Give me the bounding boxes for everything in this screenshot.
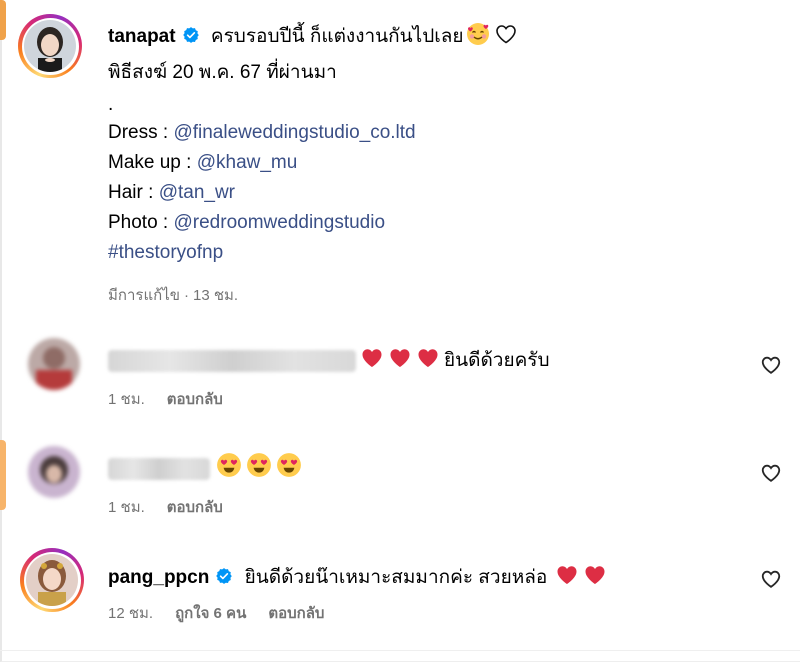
comment-body: ยินดีด้วยครับ: [108, 345, 550, 376]
hair-mention-link[interactable]: @tan_wr: [159, 182, 235, 203]
reply-button[interactable]: ตอบกลับ: [167, 499, 223, 516]
red-heart-icon: [555, 563, 579, 593]
post-time[interactable]: 13 ชม.: [193, 287, 238, 304]
post-username[interactable]: tanapat: [108, 26, 176, 47]
comment-username[interactable]: pang_ppcn: [108, 567, 209, 588]
caption-dress-line: Dress : @finaleweddingstudio_co.ltd: [108, 118, 416, 148]
comment-time[interactable]: 1 ชม.: [108, 499, 145, 516]
heart-outline-emoji: [494, 22, 518, 56]
divider: [0, 650, 800, 651]
comment-avatar[interactable]: [28, 446, 80, 498]
dress-mention-link[interactable]: @finaleweddingstudio_co.ltd: [173, 122, 415, 143]
caption-hair-line: Hair : @tan_wr: [108, 178, 235, 208]
heart-eyes-icon: [276, 452, 302, 484]
heart-outline-icon[interactable]: [760, 354, 782, 376]
comment-avatar[interactable]: [28, 338, 80, 390]
caption-hashtag-line: #thestoryofnp: [108, 238, 223, 268]
heart-outline-icon[interactable]: [760, 568, 782, 590]
red-heart-icon: [388, 346, 412, 376]
comment-text: ยินดีด้วยครับ: [444, 350, 550, 371]
hair-label: Hair :: [108, 182, 159, 203]
reply-button[interactable]: ตอบกลับ: [167, 391, 223, 408]
red-heart-icon: [360, 346, 384, 376]
red-heart-icon: [583, 563, 607, 593]
caption-dot: .: [108, 94, 114, 115]
edge-fragment: [0, 0, 6, 40]
smiling-face-hearts-icon: [466, 22, 490, 56]
red-heart-icon: [416, 346, 440, 376]
blurred-username[interactable]: [108, 457, 210, 480]
verified-badge-icon: [182, 24, 200, 54]
hashtag-link[interactable]: #thestoryofnp: [108, 242, 223, 263]
edited-label: มีการแก้ไข: [108, 287, 180, 304]
edge-fragment: [0, 440, 6, 510]
comment-time[interactable]: 12 ชม.: [108, 605, 153, 622]
heart-outline-icon[interactable]: [760, 462, 782, 484]
comment-body: [108, 452, 306, 484]
comment-time[interactable]: 1 ชม.: [108, 391, 145, 408]
comment-body: pang_ppcn ยินดีด้วยน๊าเหมาะสมมากค่ะ สวยห…: [108, 562, 611, 593]
meta-separator: ·: [184, 287, 189, 304]
caption-makeup-line: Make up : @khaw_mu: [108, 148, 297, 178]
blurred-username[interactable]: [108, 349, 356, 372]
caption-text: ครบรอบปีนี้ ก็แต่งงานกันไปเลย: [210, 26, 464, 47]
caption-first-line: tanapat ครบรอบปีนี้ ก็แต่งงานกันไปเลย: [108, 22, 518, 56]
comment-meta: 1 ชม. ตอบกลับ: [108, 387, 245, 411]
photo-mention-link[interactable]: @redroomweddingstudio: [174, 212, 386, 233]
photo-label: Photo :: [108, 212, 174, 233]
post-meta: มีการแก้ไข · 13 ชม.: [108, 283, 260, 307]
comment-meta: 12 ชม. ถูกใจ 6 คน ตอบกลับ: [108, 601, 346, 625]
post-avatar[interactable]: [18, 14, 82, 78]
caption-photo-line: Photo : @redroomweddingstudio: [108, 208, 385, 238]
dress-label: Dress :: [108, 122, 174, 143]
heart-eyes-icon: [216, 452, 242, 484]
heart-eyes-icon: [246, 452, 272, 484]
makeup-mention-link[interactable]: @khaw_mu: [197, 152, 298, 173]
likes-count-button[interactable]: ถูกใจ 6 คน: [175, 605, 246, 622]
comment-text: ยินดีด้วยน๊าเหมาะสมมากค่ะ สวยหล่อ: [244, 567, 548, 588]
makeup-label: Make up :: [108, 152, 197, 173]
verified-badge-icon: [215, 567, 233, 591]
caption-line-2: พิธีสงฆ์ 20 พ.ค. 67 ที่ผ่านมา: [108, 62, 337, 83]
comment-avatar[interactable]: [20, 548, 84, 612]
reply-button[interactable]: ตอบกลับ: [268, 605, 324, 622]
comment-meta: 1 ชม. ตอบกลับ: [108, 495, 245, 519]
